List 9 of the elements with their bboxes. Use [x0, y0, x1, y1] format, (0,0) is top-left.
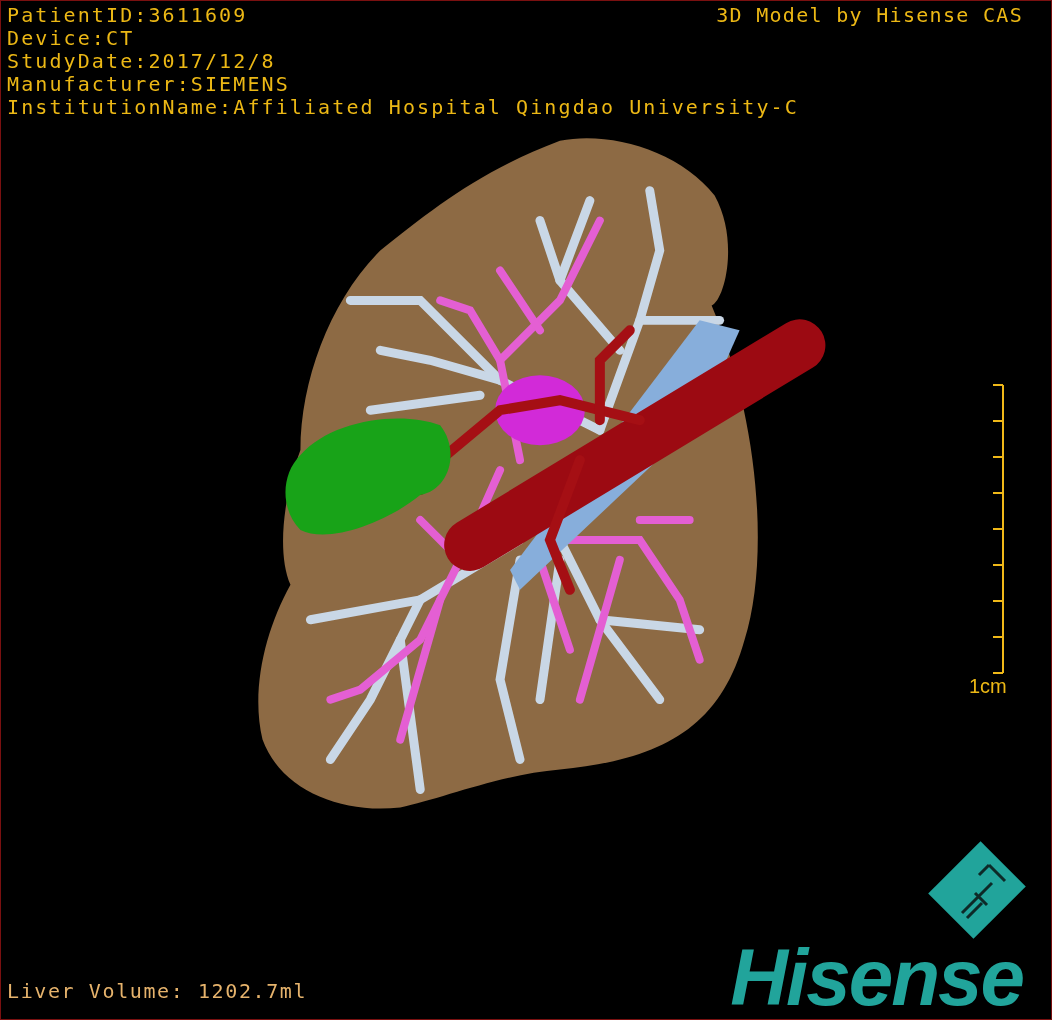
- liver-volume-text: Liver Volume: 1202.7ml: [7, 980, 308, 1003]
- patient-info-text: Device:CT: [7, 27, 135, 50]
- patient-info-text: StudyDate:2017/12/8: [7, 50, 276, 73]
- scale-bar: 1cm: [969, 383, 1007, 697]
- patient-info-text: Manufacturer:SIEMENS: [7, 73, 290, 96]
- logo-wordmark: Hisense: [730, 945, 1023, 1011]
- patient-info-text: PatientID:3611609: [7, 4, 248, 27]
- viewer-title: 3D Model by Hisense CAS: [716, 4, 1023, 27]
- patient-info-text: InstitutionName:Affiliated Hospital Qingdao University-C: [7, 96, 799, 119]
